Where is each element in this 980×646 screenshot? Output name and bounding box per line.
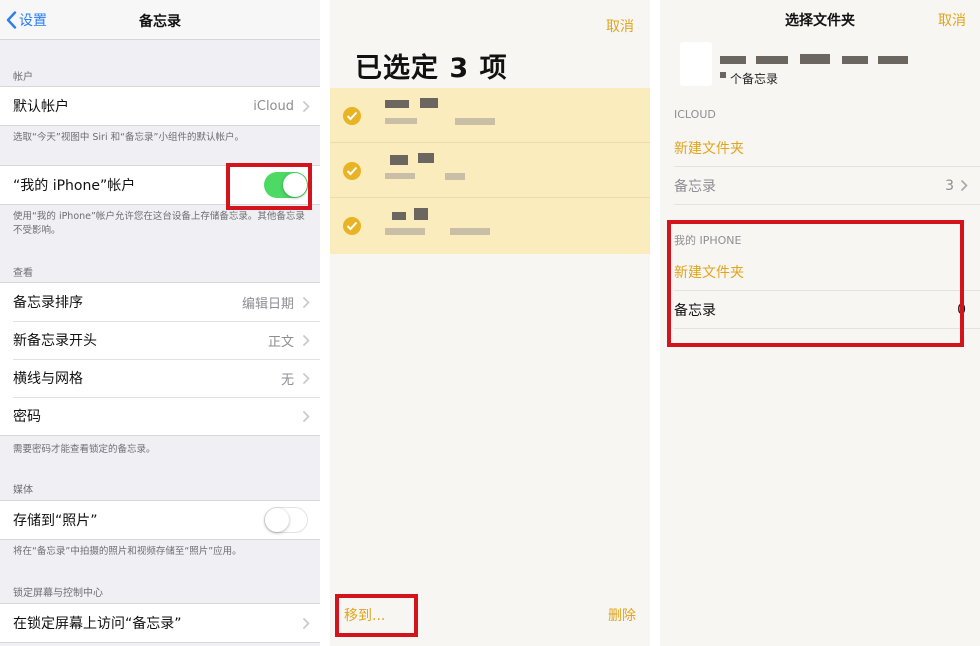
cancel-button[interactable]: 取消 <box>606 16 634 36</box>
password-row[interactable]: 密码 <box>0 397 320 435</box>
checkmark-icon <box>343 107 361 125</box>
new-note-start-value: 正文 <box>267 334 294 350</box>
save-to-photos-footer: 将在“备忘录”中拍摄的照片和视频存储至“照片”应用。 <box>13 546 242 557</box>
lock-screen-group: 在锁定屏幕上访问“备忘录” <box>0 603 320 643</box>
save-to-photos-toggle[interactable] <box>264 507 308 533</box>
default-account-value: iCloud <box>253 98 294 114</box>
save-to-photos-label: 存储到“照片” <box>13 513 98 529</box>
cancel-button[interactable]: 取消 <box>938 10 966 30</box>
page-title: 备忘录 <box>139 14 181 30</box>
icloud-notes-folder-label: 备忘录 <box>674 178 716 195</box>
view-section-header: 查看 <box>13 268 33 279</box>
chevron-right-icon <box>302 617 310 629</box>
chevron-right-icon <box>302 372 310 384</box>
icloud-new-folder-button[interactable]: 新建文件夹 <box>674 129 980 167</box>
sort-notes-value: 编辑日期 <box>241 296 294 312</box>
note-item[interactable] <box>330 198 650 253</box>
note-item[interactable] <box>330 88 650 143</box>
chevron-right-icon <box>302 334 310 346</box>
chevron-right-icon <box>302 100 310 112</box>
delete-button[interactable]: 删除 <box>608 605 636 625</box>
new-note-start-row[interactable]: 新备忘录开头 正文 <box>0 321 320 359</box>
lock-screen-section-header: 锁定屏幕与控制中心 <box>13 588 103 599</box>
my-iphone-group: “我的 iPhone”帐户 <box>0 165 320 205</box>
lock-screen-access-row[interactable]: 在锁定屏幕上访问“备忘录” <box>0 604 320 642</box>
choose-folder-screen: 选择文件夹 取消 个备忘录 ICLOUD 新建文件夹 备忘录 3 我的 IPHO… <box>660 0 980 646</box>
checkmark-icon <box>343 217 361 235</box>
lines-grids-value: 无 <box>280 372 294 388</box>
iphone-new-folder-label: 新建文件夹 <box>674 264 744 281</box>
note-item[interactable] <box>330 143 650 198</box>
chevron-right-icon <box>960 179 968 192</box>
default-account-row[interactable]: 默认帐户 iCloud <box>0 87 320 125</box>
toggle-knob <box>283 173 307 197</box>
media-group: 存储到“照片” <box>0 500 320 540</box>
iphone-section-header: 我的 IPHONE <box>674 234 742 247</box>
move-to-button[interactable]: 移到... <box>344 605 385 625</box>
iphone-notes-folder-label: 备忘录 <box>674 302 716 319</box>
icloud-new-folder-label: 新建文件夹 <box>674 140 744 157</box>
sort-notes-row[interactable]: 备忘录排序 编辑日期 <box>0 283 320 321</box>
my-iphone-account-toggle[interactable] <box>264 172 308 198</box>
view-group: 备忘录排序 编辑日期 新备忘录开头 正文 横线与网格 无 密码 <box>0 282 320 436</box>
toggle-knob <box>265 508 289 532</box>
iphone-new-folder-button[interactable]: 新建文件夹 <box>674 253 980 291</box>
chevron-right-icon <box>302 296 310 308</box>
selection-title: 已选定 3 项 <box>355 53 508 84</box>
my-iphone-account-row: “我的 iPhone”帐户 <box>0 166 320 204</box>
new-note-start-label: 新备忘录开头 <box>13 333 97 349</box>
media-section-header: 媒体 <box>13 485 33 496</box>
notes-selection-screen: 取消 已选定 3 项 移到... 删除 <box>330 0 650 646</box>
sort-notes-label: 备忘录排序 <box>13 295 83 311</box>
default-account-footer: 选取“今天”视图中 Siri 和“备忘录”小组件的默认帐户。 <box>13 132 244 143</box>
accounts-group: 默认帐户 iCloud <box>0 86 320 126</box>
note-thumbnail <box>680 42 712 86</box>
save-to-photos-row: 存储到“照片” <box>0 501 320 539</box>
lines-grids-row[interactable]: 横线与网格 无 <box>0 359 320 397</box>
settings-navbar: 设置 备忘录 <box>0 0 320 40</box>
password-footer: 需要密码才能查看锁定的备忘录。 <box>13 444 156 455</box>
iphone-notes-folder[interactable]: 备忘录 0 <box>674 291 980 329</box>
my-iphone-account-label: “我的 iPhone”帐户 <box>13 178 136 194</box>
password-label: 密码 <box>13 409 41 425</box>
default-account-label: 默认帐户 <box>13 99 69 115</box>
iphone-notes-count: 0 <box>957 301 966 318</box>
icloud-notes-count: 3 <box>945 177 954 194</box>
icloud-notes-folder[interactable]: 备忘录 3 <box>674 167 980 205</box>
lock-screen-access-label: 在锁定屏幕上访问“备忘录” <box>13 616 182 632</box>
chevron-right-icon <box>302 410 310 422</box>
settings-notes-screen: 设置 备忘录 帐户 默认帐户 iCloud 选取“今天”视图中 Siri 和“备… <box>0 0 320 646</box>
checkmark-icon <box>343 162 361 180</box>
notes-count-label: 个备忘录 <box>730 72 779 86</box>
lines-grids-label: 横线与网格 <box>13 371 83 387</box>
selected-notes-list <box>330 88 650 254</box>
my-iphone-footer: 使用“我的 iPhone”帐户允许您在这台设备上存储备忘录。其他备忘录不受影响。 <box>13 211 305 236</box>
accounts-section-header: 帐户 <box>13 72 33 83</box>
choose-folder-title: 选择文件夹 <box>785 13 855 29</box>
icloud-section-header: ICLOUD <box>674 108 716 121</box>
